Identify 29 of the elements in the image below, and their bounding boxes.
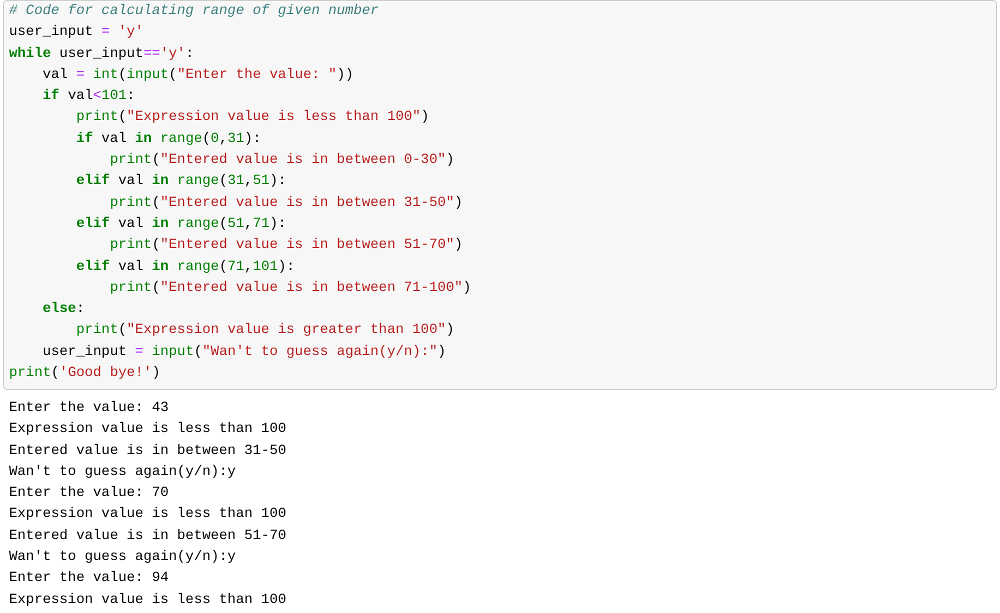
code-line: print("Entered value is in between 51-70"): [108, 236, 463, 256]
output-line: Expression value is less than 100: [9, 420, 286, 440]
code-cell[interactable]: [3, 0, 997, 390]
output-line: Wan't to guess again(y/n):y: [9, 548, 236, 568]
output-line: Enter the value: 70: [9, 484, 169, 504]
code-line: if val in range(0,31):: [75, 130, 262, 149]
code-line: print('Good bye!'): [9, 364, 160, 384]
code-line: print("Expression value is less than 100"): [75, 108, 430, 128]
output-line: Entered value is in between 31-50: [9, 442, 286, 461]
output-line: Enter the value: 94: [9, 569, 169, 588]
code-line: elif val in range(31,51):: [75, 172, 286, 192]
output-line: Expression value is less than 100: [9, 505, 286, 524]
code-line: print("Entered value is in between 31-50"): [108, 194, 463, 213]
code-line: val = int(input("Enter the value: ")): [42, 66, 354, 85]
code-line: if val<101:: [42, 87, 136, 106]
code-line: elif val in range(71,101):: [75, 258, 295, 277]
output-line: Enter the value: 43: [9, 399, 169, 418]
output-line: Wan't to guess again(y/n):y: [9, 462, 236, 482]
output-line: Expression value is less than 100: [9, 590, 286, 610]
code-line: while user_input=='y':: [9, 44, 194, 64]
code-line: else:: [42, 300, 85, 320]
code-line: user_input = input("Wan't to guess again(y/n):"): [42, 342, 446, 362]
code-line: user_input = 'y': [9, 23, 144, 42]
code-line: print("Expression value is greater than 100"): [75, 321, 454, 340]
code-line: elif val in range(51,71):: [75, 214, 286, 234]
code-line: # Code for calculating range of given number: [9, 2, 379, 21]
code-line: print("Entered value is in between 0-30"): [108, 151, 454, 170]
output-line: Entered value is in between 51-70: [9, 526, 286, 546]
code-line: print("Entered value is in between 71-100"): [108, 278, 472, 298]
